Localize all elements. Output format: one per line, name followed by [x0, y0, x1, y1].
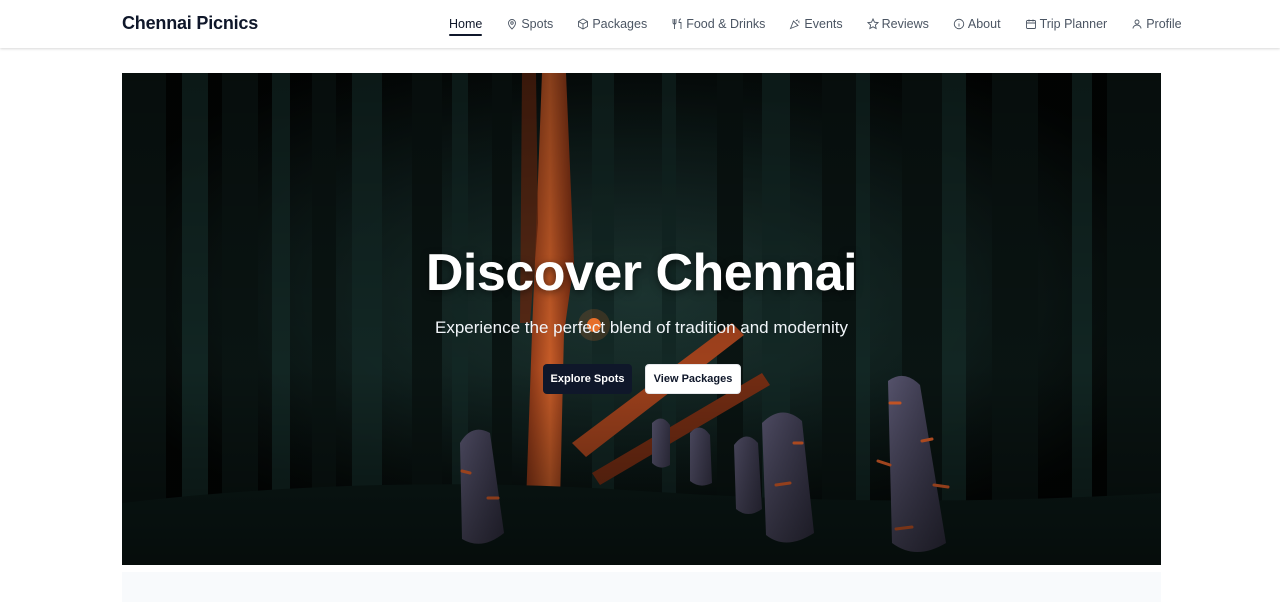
hero-title: Discover Chennai — [425, 244, 858, 302]
star-icon — [866, 18, 879, 30]
nav-item-about[interactable]: About — [953, 0, 1001, 48]
nav-item-label: Packages — [592, 17, 648, 31]
nav-item-events[interactable]: Events — [789, 0, 843, 48]
package-icon — [577, 18, 589, 30]
nav-item-label: Reviews — [881, 17, 929, 31]
top-navigation-bar: Chennai Picnics Home Spots Packages Food… — [0, 0, 1280, 48]
party-popper-icon — [789, 18, 801, 30]
main-nav: Home Spots Packages Food & Drinks Events… — [449, 0, 1182, 48]
next-section-background — [122, 572, 1161, 602]
nav-item-label: Home — [449, 17, 483, 31]
utensils-icon — [671, 18, 683, 30]
nav-item-home[interactable]: Home — [449, 0, 483, 48]
nav-item-label: Spots — [521, 17, 554, 31]
nav-item-label: Food & Drinks — [686, 17, 766, 31]
map-pin-icon — [506, 18, 518, 30]
site-brand-logo[interactable]: Chennai Picnics — [122, 13, 258, 34]
nav-item-label: Trip Planner — [1039, 17, 1108, 31]
nav-item-packages[interactable]: Packages — [577, 0, 647, 48]
hero-banner: Discover Chennai Experience the perfect … — [122, 73, 1161, 565]
nav-item-food-drinks[interactable]: Food & Drinks — [671, 0, 765, 48]
nav-item-profile[interactable]: Profile — [1131, 0, 1182, 48]
info-icon — [953, 18, 965, 30]
nav-item-label: Events — [804, 17, 843, 31]
view-packages-button[interactable]: View Packages — [645, 364, 741, 394]
active-tab-indicator — [449, 34, 483, 36]
calendar-icon — [1025, 18, 1037, 30]
nav-item-reviews[interactable]: Reviews — [866, 0, 929, 48]
nav-item-trip-planner[interactable]: Trip Planner — [1025, 0, 1108, 48]
nav-item-spots[interactable]: Spots — [506, 0, 553, 48]
nav-item-label: About — [967, 17, 1001, 31]
explore-spots-button[interactable]: Explore Spots — [543, 364, 632, 394]
nav-item-label: Profile — [1146, 17, 1182, 31]
user-icon — [1131, 18, 1143, 30]
hero-subtitle: Experience the perfect blend of traditio… — [435, 318, 848, 337]
